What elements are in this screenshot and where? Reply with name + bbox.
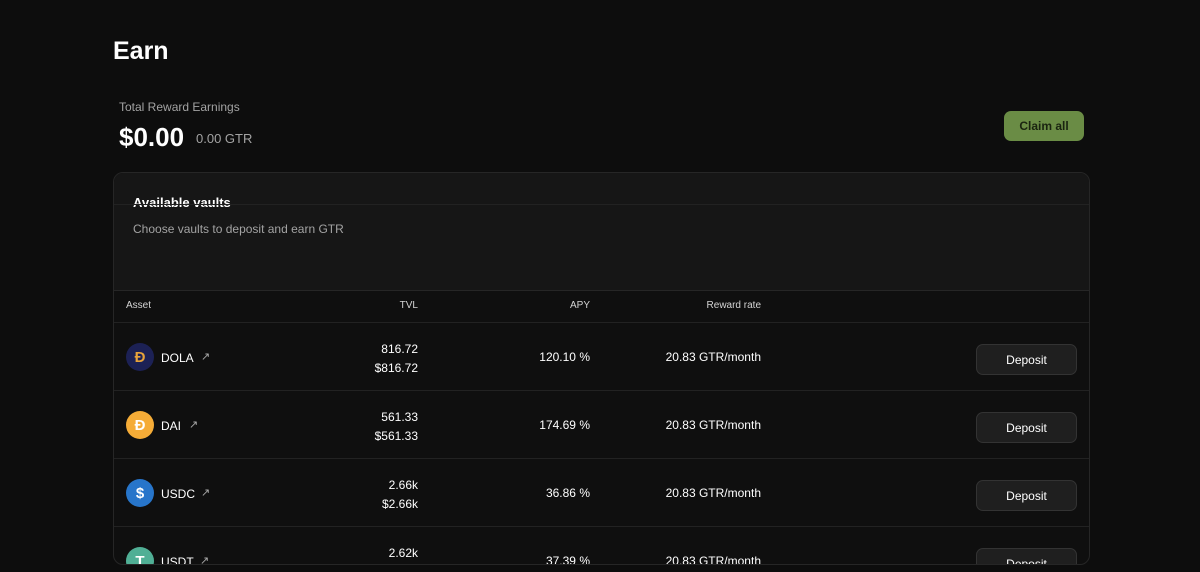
usdc-coin-icon: $ [126, 479, 154, 507]
tvl-amount: 816.72 [381, 342, 418, 356]
apy-value: 37.39 % [545, 554, 590, 565]
deposit-button[interactable]: Deposit [976, 344, 1077, 375]
tvl-amount: 2.62k [388, 546, 418, 560]
total-reward-usd: $0.00 [119, 122, 185, 152]
external-link-icon[interactable]: ↗ [189, 418, 198, 431]
reward-rate-value: 20.83 GTR/month [665, 486, 761, 500]
vaults-card: Available vaults Choose vaults to deposi… [113, 172, 1090, 565]
tvl-usd: $561.33 [374, 429, 418, 443]
dola-coin-icon: Đ [126, 343, 154, 371]
vaults-table: Asset TVL APY Reward rate Đ DOLA ↗ 816.7… [114, 291, 1089, 565]
claim-all-button[interactable]: Claim all [1004, 111, 1084, 141]
col-tvl: TVL [399, 300, 418, 311]
deposit-button[interactable]: Deposit [976, 548, 1077, 564]
tvl-amount: 2.66k [388, 478, 418, 492]
asset-symbol: USDT [161, 555, 194, 565]
apy-value: 120.10 % [539, 350, 590, 364]
external-link-icon[interactable]: ↗ [200, 554, 209, 564]
asset-symbol: USDC [161, 487, 196, 501]
tvl-usd: $816.72 [374, 361, 418, 375]
usdt-coin-icon: T [126, 547, 154, 564]
tvl-cell: 561.33 $561.33 [375, 408, 418, 446]
page-title: Earn [113, 37, 169, 65]
vaults-subtitle: Choose vaults to deposit and earn GTR [133, 222, 344, 236]
deposit-button[interactable]: Deposit [976, 412, 1077, 443]
table-row: Đ DOLA ↗ 816.72 $816.72 120.10 % 20.83 GT… [114, 323, 1089, 391]
apy-value: 174.69 % [539, 418, 590, 432]
tvl-cell: 2.66k $2.66k [382, 476, 418, 514]
asset-symbol: DAI [161, 419, 182, 433]
table-row: T USDT ↗ 2.62k $2.62k 37.39 % 20.83 GTR/m… [114, 527, 1089, 565]
dai-coin-icon: Đ [126, 411, 154, 439]
table-row: Đ DAI ↗ 561.33 $561.33 174.69 % 20.83 GTR… [114, 391, 1089, 459]
tvl-usd: $2.62k [382, 563, 418, 564]
col-reward-rate: Reward rate [706, 300, 761, 311]
deposit-button[interactable]: Deposit [976, 480, 1077, 511]
asset-symbol: DOLA [161, 351, 194, 365]
external-link-icon[interactable]: ↗ [201, 486, 210, 499]
reward-rate-value: 20.83 GTR/month [665, 418, 761, 432]
table-row: $ USDC ↗ 2.66k $2.66k 36.86 % 20.83 GTR/m… [114, 459, 1089, 527]
external-link-icon[interactable]: ↗ [201, 350, 210, 363]
col-apy: APY [569, 300, 590, 311]
total-reward-gtr: 0.00 GTR [196, 131, 253, 146]
reward-rate-value: 20.83 GTR/month [665, 350, 761, 364]
apy-value: 36.86 % [545, 486, 590, 500]
col-asset: Asset [126, 300, 152, 311]
total-reward-label: Total Reward Earnings [119, 100, 240, 114]
tvl-cell: 2.62k $2.62k [382, 544, 418, 564]
tvl-usd: $2.66k [381, 497, 418, 511]
tvl-amount: 561.33 [381, 410, 418, 424]
tvl-cell: 816.72 $816.72 [375, 340, 418, 378]
reward-rate-value: 20.83 GTR/month [665, 554, 761, 565]
